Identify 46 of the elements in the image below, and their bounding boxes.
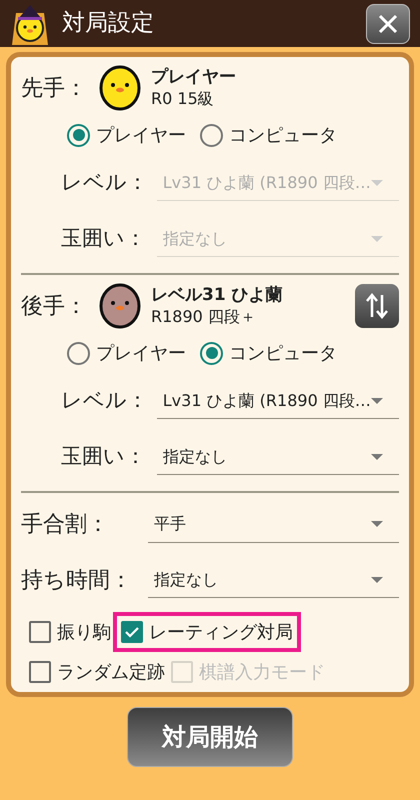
radio-label: プレイヤー	[96, 342, 186, 366]
check-icon	[124, 625, 140, 639]
radio-label: コンピュータ	[229, 124, 337, 148]
player-rating: R0 15級	[151, 88, 215, 110]
checkbox[interactable]	[29, 661, 51, 683]
radio-label: コンピュータ	[229, 342, 337, 366]
start-game-button[interactable]: 対局開始	[127, 707, 293, 767]
dropdown-caret-icon	[371, 180, 383, 186]
dropdown[interactable]: 指定なし	[148, 562, 399, 598]
field-label: 玉囲い：	[61, 443, 147, 470]
player-name: レベル31 ひよ蘭	[151, 284, 284, 306]
dropdown-caret-icon	[371, 398, 383, 404]
player-name: プレイヤー	[151, 66, 237, 88]
swap-arrows-icon	[366, 293, 388, 319]
player-rating: R1890 四段＋	[151, 306, 257, 328]
field-label: 玉囲い：	[61, 225, 147, 252]
dropdown-caret-icon	[371, 576, 383, 583]
player-role-label: 後手：	[21, 292, 88, 320]
checkbox[interactable]	[121, 621, 143, 643]
checkbox[interactable]	[29, 621, 51, 643]
player-role-label: 先手：	[21, 74, 88, 102]
radio-label: プレイヤー	[96, 124, 186, 148]
setting-label: 持ち時間：	[21, 566, 133, 595]
checkbox-label: レーティング対局	[149, 620, 293, 644]
dropdown-caret-icon	[371, 236, 383, 242]
window-title: 対局設定	[62, 9, 155, 38]
bird-avatar-icon	[99, 65, 141, 111]
chick-logo-icon	[10, 2, 50, 44]
radio-button[interactable]	[67, 124, 90, 146]
bird-avatar-icon	[99, 283, 141, 329]
field-label: レベル：	[61, 169, 149, 196]
dropdown[interactable]: Lv31 ひよ蘭 (R1890 四段…	[156, 383, 399, 419]
dropdown[interactable]: 指定なし	[156, 439, 399, 475]
dropdown[interactable]: 平手	[148, 506, 399, 543]
radio-button[interactable]	[200, 342, 223, 364]
radio-button[interactable]	[200, 124, 223, 146]
field-label: レベル：	[61, 387, 149, 414]
dropdown-caret-icon	[371, 454, 383, 460]
checkbox-label: 振り駒	[57, 620, 111, 644]
swap-button[interactable]	[355, 284, 399, 328]
close-button[interactable]	[366, 4, 410, 44]
checkbox-label: 棋譜入力モード	[199, 660, 325, 684]
radio-button[interactable]	[67, 342, 90, 364]
setting-label: 手合割：	[21, 511, 110, 540]
checkbox-label: ランダム定跡	[57, 660, 165, 684]
dropdown-caret-icon	[371, 521, 383, 528]
